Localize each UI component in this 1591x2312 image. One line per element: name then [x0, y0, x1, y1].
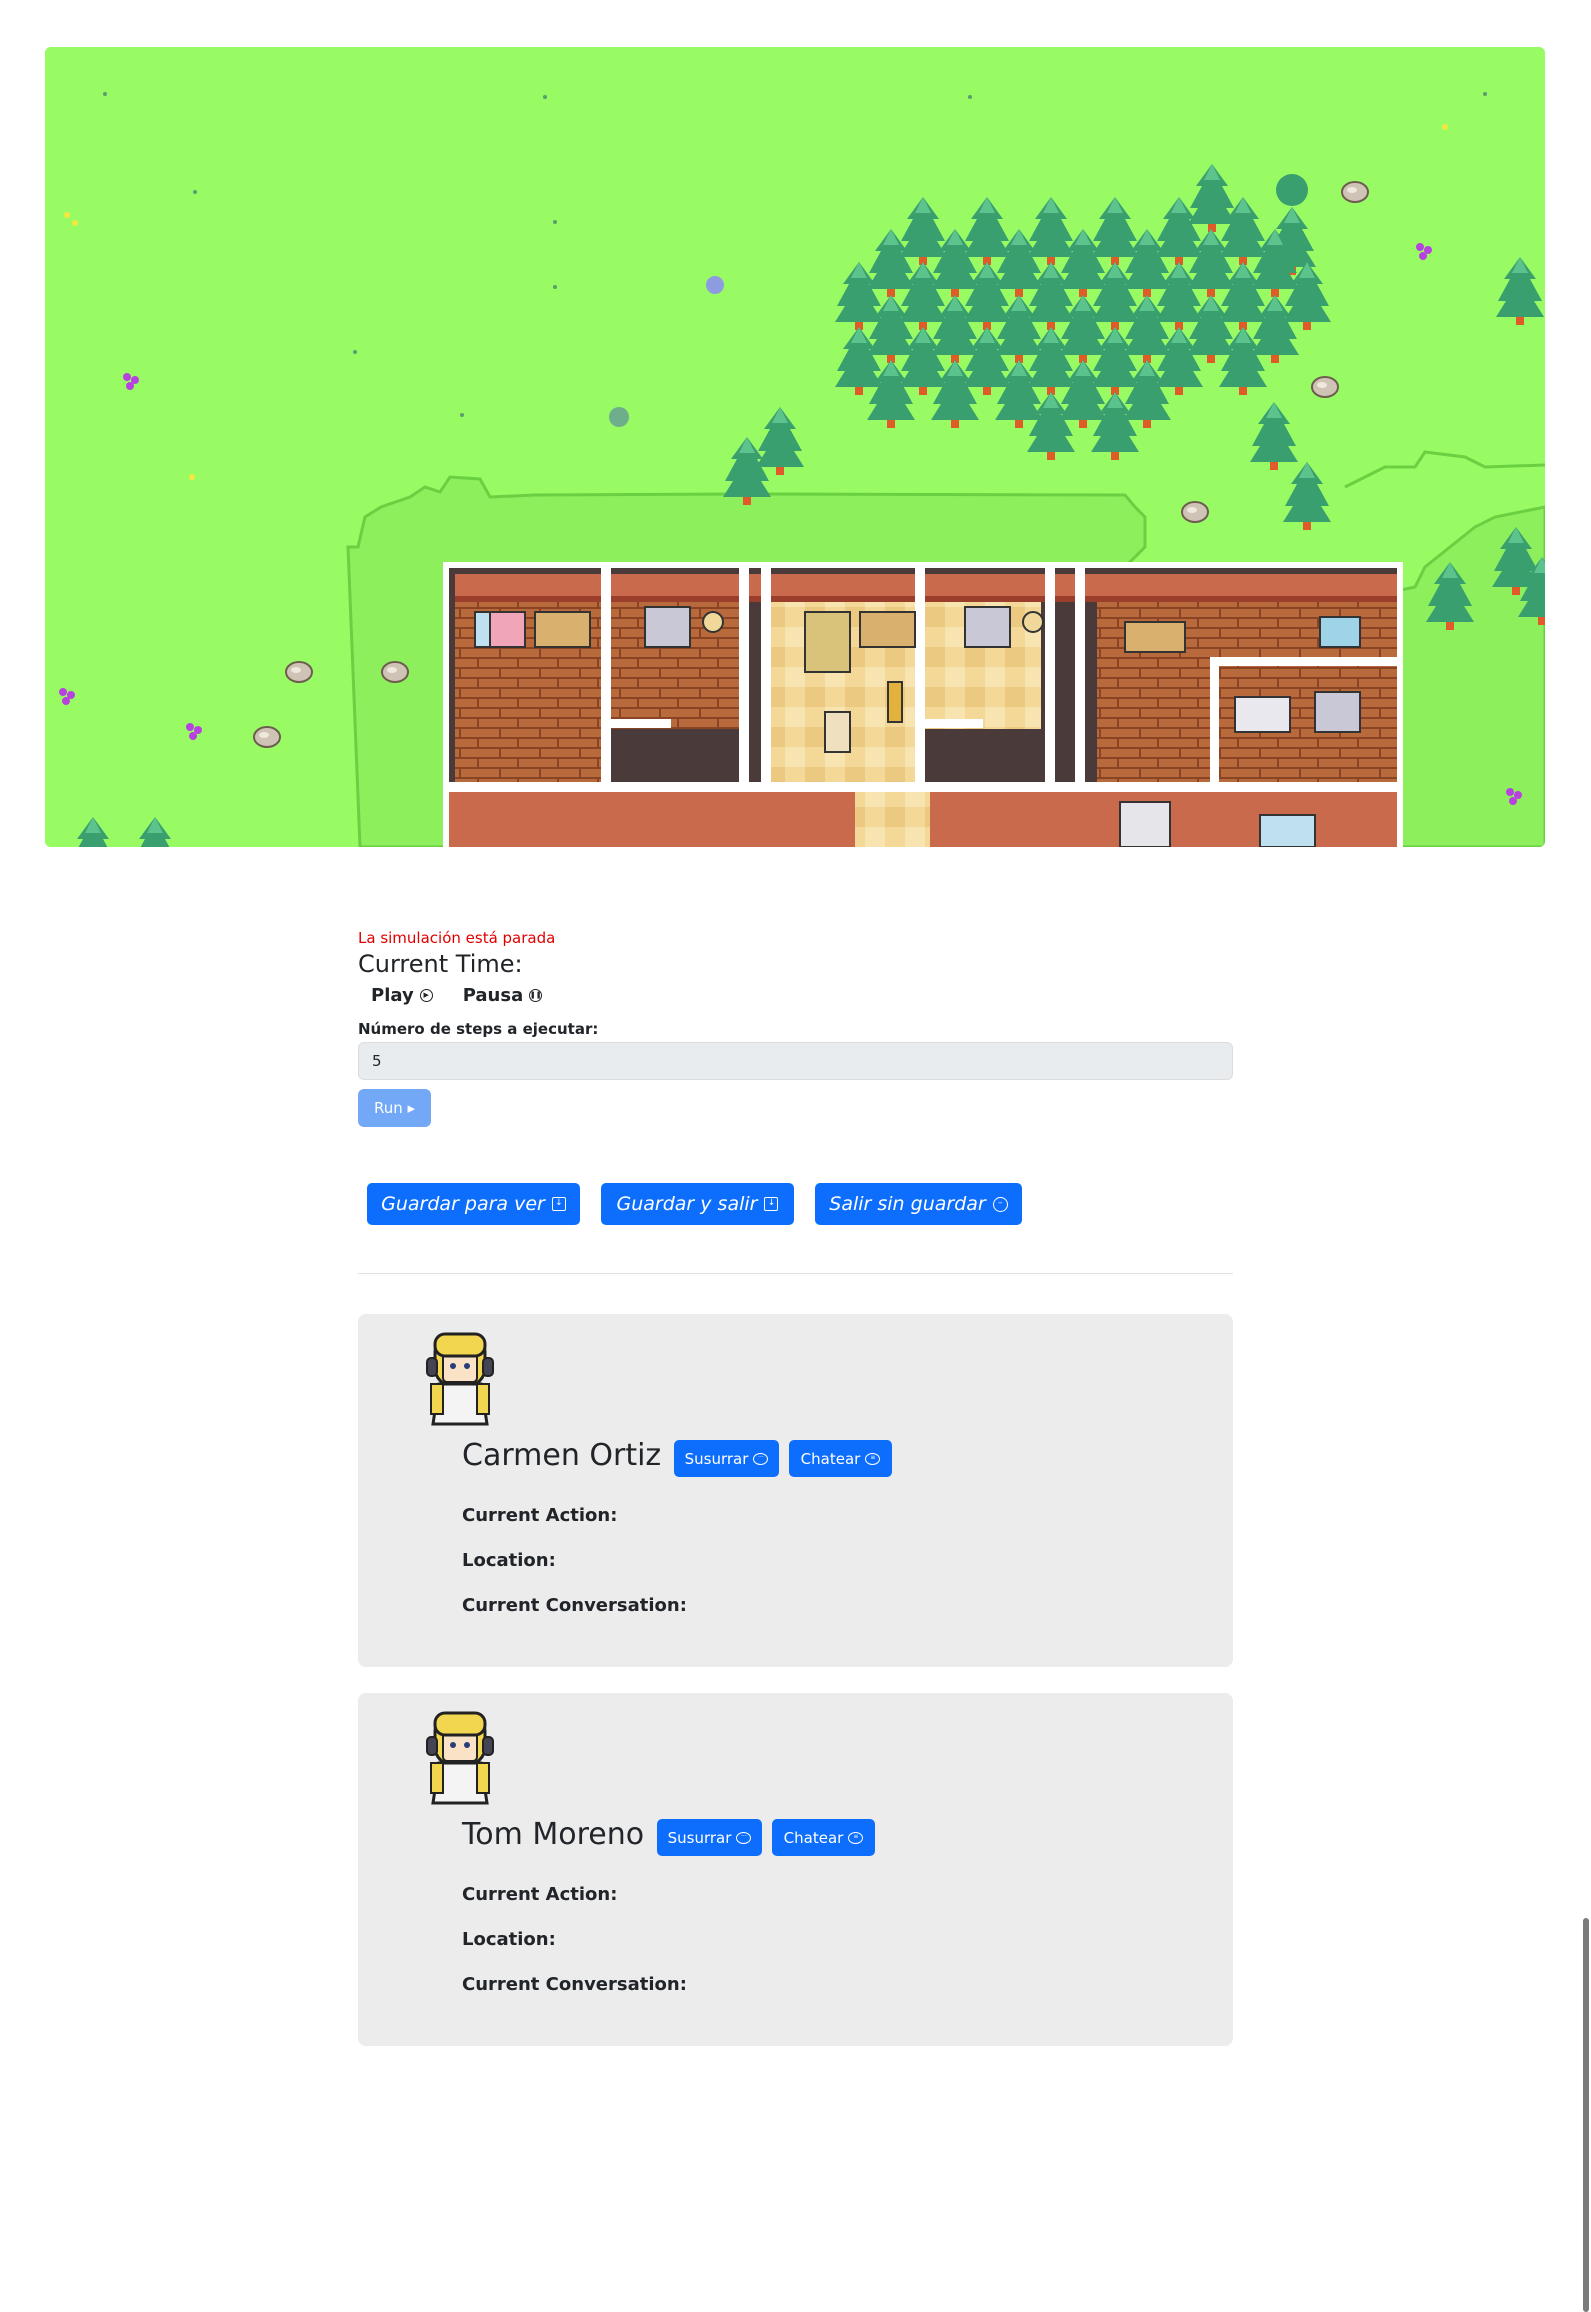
save-view-label: Guardar para ver [381, 1193, 545, 1215]
whisper-label: Susurrar [667, 1828, 732, 1847]
save-exit-button[interactable]: Guardar y salir ↓ [601, 1183, 794, 1225]
chat-bubble-icon: ··· [753, 1452, 769, 1465]
chat-button[interactable]: Chatear ≡ [772, 1819, 875, 1856]
avatar [426, 1711, 494, 1805]
steps-label: Número de steps a ejecutar: [358, 1020, 599, 1038]
pause-label: Pausa [462, 985, 524, 1006]
steps-input[interactable] [358, 1042, 1233, 1080]
download-square-icon: ↓ [551, 1197, 566, 1211]
chat-text-icon: ≡ [848, 1831, 864, 1844]
pause-circle-icon: ❚❚ [529, 989, 543, 1002]
minus-circle-icon: – [992, 1196, 1008, 1212]
exit-without-save-label: Salir sin guardar [829, 1193, 986, 1215]
whisper-button[interactable]: Susurrar ··· [674, 1440, 779, 1477]
playback-controls: Play ▶ Pausa ❚❚ [358, 985, 1233, 1006]
house [443, 562, 1403, 847]
simulation-status: La simulación está parada [358, 929, 556, 947]
current-time-label: Current Time: [358, 950, 523, 978]
save-view-button[interactable]: Guardar para ver ↓ [367, 1183, 580, 1225]
game-map[interactable] [45, 47, 1545, 847]
whisper-button[interactable]: Susurrar ··· [657, 1819, 762, 1856]
current-action-label: Current Action: [462, 1505, 618, 1526]
persona-name[interactable]: Tom Moreno [462, 1817, 644, 1852]
page-scrollbar[interactable] [1583, 1918, 1589, 2312]
chat-bubble-icon: ··· [736, 1831, 752, 1844]
chat-label: Chatear [783, 1828, 844, 1847]
avatar [426, 1332, 494, 1426]
current-action-label: Current Action: [462, 1884, 618, 1905]
play-label: Play [371, 985, 414, 1006]
persona-card: Tom Moreno Susurrar ··· Chatear ≡ Curren… [358, 1693, 1233, 2046]
download-square-icon: ↓ [764, 1197, 779, 1211]
save-exit-label: Guardar y salir [616, 1193, 758, 1215]
play-circle-icon: ▶ [419, 989, 433, 1002]
chat-button[interactable]: Chatear ≡ [789, 1440, 892, 1477]
persona-name[interactable]: Carmen Ortiz [462, 1438, 661, 1473]
current-conversation-label: Current Conversation: [462, 1974, 687, 1995]
play-button[interactable]: Play ▶ [371, 985, 433, 1006]
current-conversation-label: Current Conversation: [462, 1595, 687, 1616]
whisper-label: Susurrar [684, 1449, 749, 1468]
persona-card: Carmen Ortiz Susurrar ··· Chatear ≡ Curr… [358, 1314, 1233, 1667]
run-button[interactable]: Run ▸ [358, 1089, 431, 1127]
game-map-canvas [45, 47, 1545, 847]
pause-button[interactable]: Pausa ❚❚ [463, 985, 543, 1006]
location-label: Location: [462, 1550, 556, 1571]
location-label: Location: [462, 1929, 556, 1950]
chat-text-icon: ≡ [865, 1452, 881, 1465]
chat-label: Chatear [800, 1449, 861, 1468]
section-divider [358, 1273, 1233, 1274]
exit-without-save-button[interactable]: Salir sin guardar – [815, 1183, 1022, 1225]
